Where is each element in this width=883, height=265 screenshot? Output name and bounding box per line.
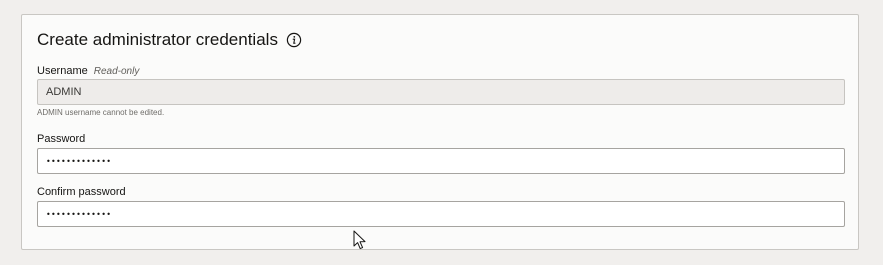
mouse-pointer-icon: [353, 230, 367, 250]
admin-credentials-panel: Create administrator credentials Usernam…: [21, 14, 859, 250]
confirm-password-input[interactable]: •••••••••••••: [37, 201, 845, 227]
username-label-row: Username Read-only: [37, 63, 845, 79]
section-header: Create administrator credentials: [37, 29, 302, 51]
username-field-group: Username Read-only ADMIN ADMIN username …: [37, 63, 845, 117]
password-label: Password: [37, 133, 86, 145]
password-masked-value: •••••••••••••: [46, 156, 112, 166]
password-input[interactable]: •••••••••••••: [37, 148, 845, 174]
confirm-password-masked-value: •••••••••••••: [46, 209, 112, 219]
username-input: ADMIN: [37, 79, 845, 105]
confirm-password-label-row: Confirm password: [37, 184, 845, 200]
info-circle-icon[interactable]: [286, 32, 302, 48]
confirm-password-field-group: Confirm password •••••••••••••: [37, 184, 845, 227]
username-help-text: ADMIN username cannot be edited.: [37, 108, 165, 117]
confirm-password-label: Confirm password: [37, 186, 126, 198]
password-label-row: Password: [37, 131, 845, 147]
section-title: Create administrator credentials: [37, 30, 278, 49]
username-label: Username: [37, 65, 88, 77]
username-value: ADMIN: [46, 86, 82, 98]
readonly-tag: Read-only: [93, 65, 140, 77]
password-field-group: Password •••••••••••••: [37, 131, 845, 174]
